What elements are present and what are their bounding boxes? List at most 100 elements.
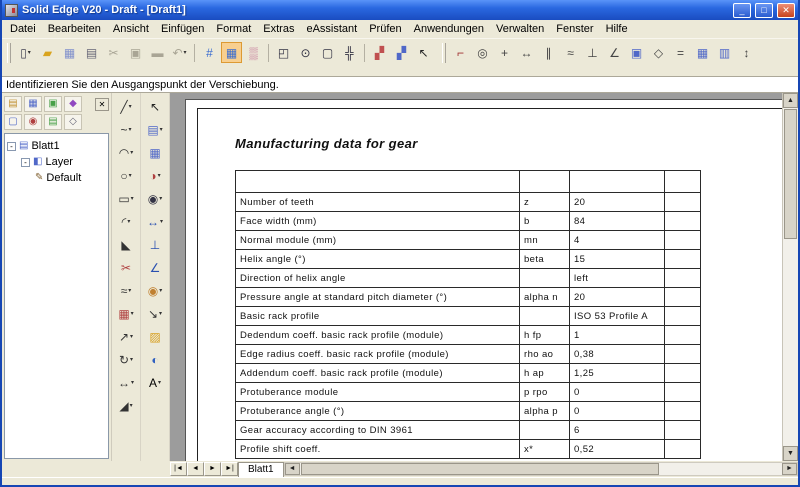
collapse-icon-layer[interactable]: - xyxy=(21,158,30,167)
offset-tool-icon[interactable]: ≈▾ xyxy=(113,280,140,301)
dropdown-arrow-icon[interactable]: ▾ xyxy=(130,356,133,363)
dropdown-arrow-icon[interactable]: ▾ xyxy=(127,218,130,225)
dropdown-arrow-icon[interactable]: ▾ xyxy=(129,172,132,179)
menu-item-anwendungen[interactable]: Anwendungen xyxy=(408,21,490,37)
coordinate-dimension-tool-icon[interactable]: ⊥ xyxy=(142,234,169,255)
connect-icon[interactable]: ⌐ xyxy=(450,42,471,63)
dropdown-arrow-icon[interactable]: ▾ xyxy=(131,310,134,317)
leader-tool-icon[interactable]: ↘▾ xyxy=(142,303,169,324)
scroll-up-icon[interactable]: ▲ xyxy=(783,93,798,108)
dropdown-arrow-icon[interactable]: ▾ xyxy=(184,49,187,56)
menu-item-extras[interactable]: Extras xyxy=(257,21,300,37)
select-arrow-icon[interactable]: ↖ xyxy=(142,96,169,117)
next-sheet-button[interactable]: ► xyxy=(204,462,221,476)
maximize-button[interactable]: □ xyxy=(755,3,773,18)
tangent-icon[interactable]: ∠ xyxy=(604,42,625,63)
sketches-panel-icon[interactable]: ▤ xyxy=(44,114,62,130)
close-button[interactable]: ✕ xyxy=(777,3,795,18)
menu-item-eassistant[interactable]: eAssistant xyxy=(300,21,363,37)
line-tool-icon[interactable]: ╱▾ xyxy=(113,96,140,117)
vertical-scroll-thumb[interactable] xyxy=(784,109,797,239)
fill-tool-icon[interactable]: ▨ xyxy=(142,326,169,347)
move-tool-icon[interactable]: ↗▾ xyxy=(113,326,140,347)
overview-panel-icon[interactable]: ▢ xyxy=(4,114,22,130)
groups-panel-icon[interactable]: ▣ xyxy=(44,96,62,112)
menu-item-hilfe[interactable]: Hilfe xyxy=(600,21,634,37)
dropdown-arrow-icon[interactable]: ▾ xyxy=(159,195,162,202)
shading-icon[interactable]: ▞ xyxy=(369,42,390,63)
circle-tool-icon[interactable]: ○▾ xyxy=(113,165,140,186)
menu-item-format[interactable]: Format xyxy=(210,21,257,37)
color-tool-icon[interactable]: ◐ xyxy=(142,349,169,370)
rotate-tool-icon[interactable]: ↻▾ xyxy=(113,349,140,370)
scroll-down-icon[interactable]: ▼ xyxy=(783,446,798,461)
dropdown-arrow-icon[interactable]: ▾ xyxy=(130,333,133,340)
toolbar-grip-2[interactable] xyxy=(442,43,446,63)
grid-tool-icon[interactable]: ▦ xyxy=(142,142,169,163)
grid-display-icon[interactable]: # xyxy=(199,42,220,63)
equal-icon[interactable]: = xyxy=(670,42,691,63)
lock-icon[interactable]: ▣ xyxy=(626,42,647,63)
dropdown-arrow-icon[interactable]: ▾ xyxy=(129,103,132,110)
menu-item-fenster[interactable]: Fenster xyxy=(550,21,599,37)
section-view-tool-icon[interactable]: ◑▾ xyxy=(142,165,169,186)
toolbar-grip[interactable] xyxy=(7,43,11,63)
drawing-canvas[interactable]: Manufacturing data for gear Number of te… xyxy=(170,93,782,461)
horizontal-scrollbar[interactable]: ◄ ► xyxy=(284,462,798,476)
library-panel-icon[interactable]: ▤ xyxy=(4,96,22,112)
dropdown-arrow-icon[interactable]: ▾ xyxy=(158,172,161,179)
pattern-tool-icon[interactable]: ▦▾ xyxy=(113,303,140,324)
tree-label-sheet[interactable]: Blatt1 xyxy=(31,140,59,152)
tree-node-sheet[interactable]: - ▤ Blatt1 xyxy=(7,138,106,154)
save-icon[interactable]: ▦ xyxy=(59,42,80,63)
vertical-scroll-track[interactable] xyxy=(783,240,798,446)
menu-item-ansicht[interactable]: Ansicht xyxy=(107,21,155,37)
tree-node-default[interactable]: ✎ Default xyxy=(7,170,106,186)
dropdown-arrow-icon[interactable]: ▾ xyxy=(130,402,133,409)
relationship-handles-icon[interactable]: ▥ xyxy=(714,42,735,63)
scale-tool-icon[interactable]: ◢▾ xyxy=(113,395,140,416)
dropdown-arrow-icon[interactable]: ▾ xyxy=(128,287,131,294)
tree-node-layer[interactable]: - ◧ Layer xyxy=(7,154,106,170)
mirror-tool-icon[interactable]: ↔▾ xyxy=(113,372,140,393)
concentric-icon[interactable]: ◎ xyxy=(472,42,493,63)
collapse-icon[interactable]: - xyxy=(7,142,16,151)
midpoint-icon[interactable]: + xyxy=(494,42,515,63)
horizontal-scroll-track[interactable] xyxy=(659,463,782,475)
parallel-icon[interactable]: ∥ xyxy=(538,42,559,63)
fit-icon[interactable]: ▢ xyxy=(317,42,338,63)
zoom-area-icon[interactable]: ◰ xyxy=(273,42,294,63)
layers-panel-icon[interactable]: ▦ xyxy=(24,96,42,112)
rectangle-tool-icon[interactable]: ▭▾ xyxy=(113,188,140,209)
arc-tool-icon[interactable]: ◠▾ xyxy=(113,142,140,163)
collinear-icon[interactable]: ↔ xyxy=(516,42,537,63)
panel-close-icon[interactable]: ✕ xyxy=(95,98,109,111)
menu-item-bearbeiten[interactable]: Bearbeiten xyxy=(42,21,107,37)
dropdown-arrow-icon[interactable]: ▾ xyxy=(28,49,31,56)
info-panel-icon[interactable]: ◇ xyxy=(64,114,82,130)
angle-dimension-tool-icon[interactable]: ∠ xyxy=(142,257,169,278)
menu-item-verwalten[interactable]: Verwalten xyxy=(490,21,550,37)
dropdown-arrow-icon[interactable]: ▾ xyxy=(131,195,134,202)
dropdown-arrow-icon[interactable]: ▾ xyxy=(160,218,163,225)
dropdown-arrow-icon[interactable]: ▾ xyxy=(159,310,162,317)
grid-options-icon[interactable]: ▒ xyxy=(243,42,264,63)
dropdown-arrow-icon[interactable]: ▾ xyxy=(130,149,133,156)
select-tool-icon[interactable]: ↖ xyxy=(413,42,434,63)
dropdown-arrow-icon[interactable]: ▾ xyxy=(129,126,132,133)
drawing-view-tool-icon[interactable]: ▤▾ xyxy=(142,119,169,140)
print-icon[interactable]: ▤ xyxy=(81,42,102,63)
dropdown-arrow-icon[interactable]: ▾ xyxy=(158,379,161,386)
tree-label-default[interactable]: Default xyxy=(46,172,81,184)
chamfer-tool-icon[interactable]: ◣ xyxy=(113,234,140,255)
equal-curvature-icon[interactable]: ≈ xyxy=(560,42,581,63)
menu-item-prüfen[interactable]: Prüfen xyxy=(363,21,407,37)
fillet-tool-icon[interactable]: ◜▾ xyxy=(113,211,140,232)
trim-tool-icon[interactable]: ✂ xyxy=(113,257,140,278)
scroll-right-icon[interactable]: ► xyxy=(782,463,797,475)
previous-sheet-button[interactable]: ◄ xyxy=(187,462,204,476)
last-sheet-button[interactable]: ►| xyxy=(221,462,238,476)
dimension-tool-icon[interactable]: ↔▾ xyxy=(142,211,169,232)
detail-view-tool-icon[interactable]: ◉▾ xyxy=(142,188,169,209)
sensors-panel-icon[interactable]: ◉ xyxy=(24,114,42,130)
